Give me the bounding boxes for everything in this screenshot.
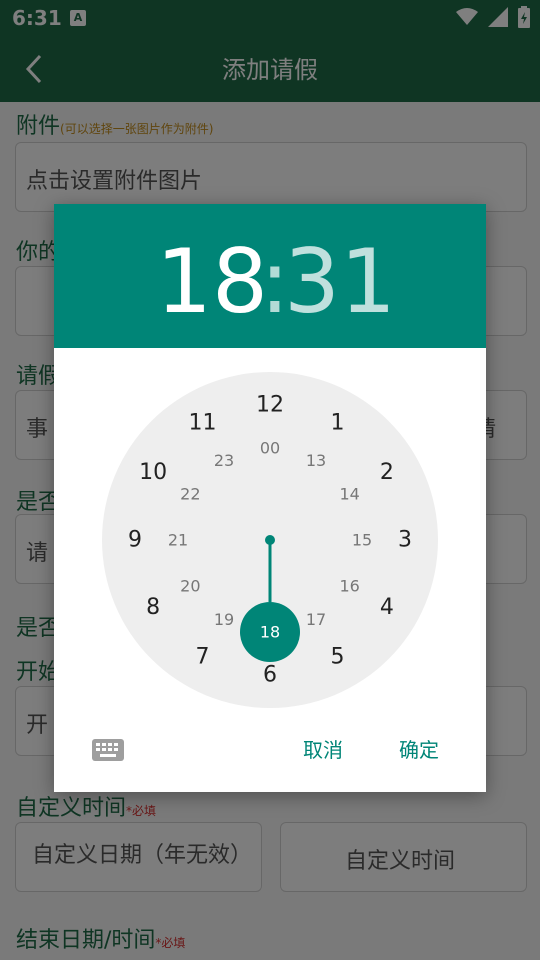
ok-button[interactable]: 确定 [399, 734, 439, 763]
hour-outer-2[interactable]: 2 [380, 460, 394, 485]
cancel-button[interactable]: 取消 [303, 734, 343, 763]
hour-inner-13[interactable]: 13 [306, 451, 326, 470]
hour-inner-19[interactable]: 19 [214, 610, 234, 629]
hour-inner-20[interactable]: 20 [180, 577, 200, 596]
hour-outer-12[interactable]: 12 [256, 393, 284, 418]
minute-display[interactable]: 31 [284, 230, 396, 333]
hour-inner-17[interactable]: 17 [306, 610, 326, 629]
hour-outer-9[interactable]: 9 [128, 528, 142, 553]
hour-inner-00[interactable]: 00 [260, 439, 280, 458]
hour-inner-15[interactable]: 15 [352, 531, 372, 550]
hour-inner-22[interactable]: 22 [180, 485, 200, 504]
hour-inner-16[interactable]: 16 [339, 577, 359, 596]
clock-center-dot [265, 535, 275, 545]
clock-dial[interactable]: 121234567891011 001314151617181920212223 [54, 354, 486, 734]
hour-outer-7[interactable]: 7 [196, 644, 210, 669]
hour-outer-6[interactable]: 6 [263, 663, 277, 688]
hour-outer-8[interactable]: 8 [146, 595, 160, 620]
time-header: 18 : 31 [54, 204, 486, 348]
keyboard-icon[interactable] [92, 739, 124, 761]
hour-inner-14[interactable]: 14 [339, 485, 359, 504]
hour-outer-5[interactable]: 5 [331, 644, 345, 669]
hour-outer-4[interactable]: 4 [380, 595, 394, 620]
hour-outer-11[interactable]: 11 [189, 411, 217, 436]
hour-display[interactable]: 18 [156, 230, 268, 333]
time-picker-dialog: 18 : 31 12 1 2 3 4 5 6 7 8 9 10 11 00 13 14 15 16 17 18 19… [54, 204, 486, 792]
hour-outer-10[interactable]: 10 [139, 460, 167, 485]
hour-inner-18[interactable]: 18 [260, 623, 280, 642]
hour-outer-3[interactable]: 3 [398, 528, 412, 553]
hour-inner-23[interactable]: 23 [214, 451, 234, 470]
hour-outer-1[interactable]: 1 [331, 411, 345, 436]
hour-inner-21[interactable]: 21 [168, 531, 188, 550]
